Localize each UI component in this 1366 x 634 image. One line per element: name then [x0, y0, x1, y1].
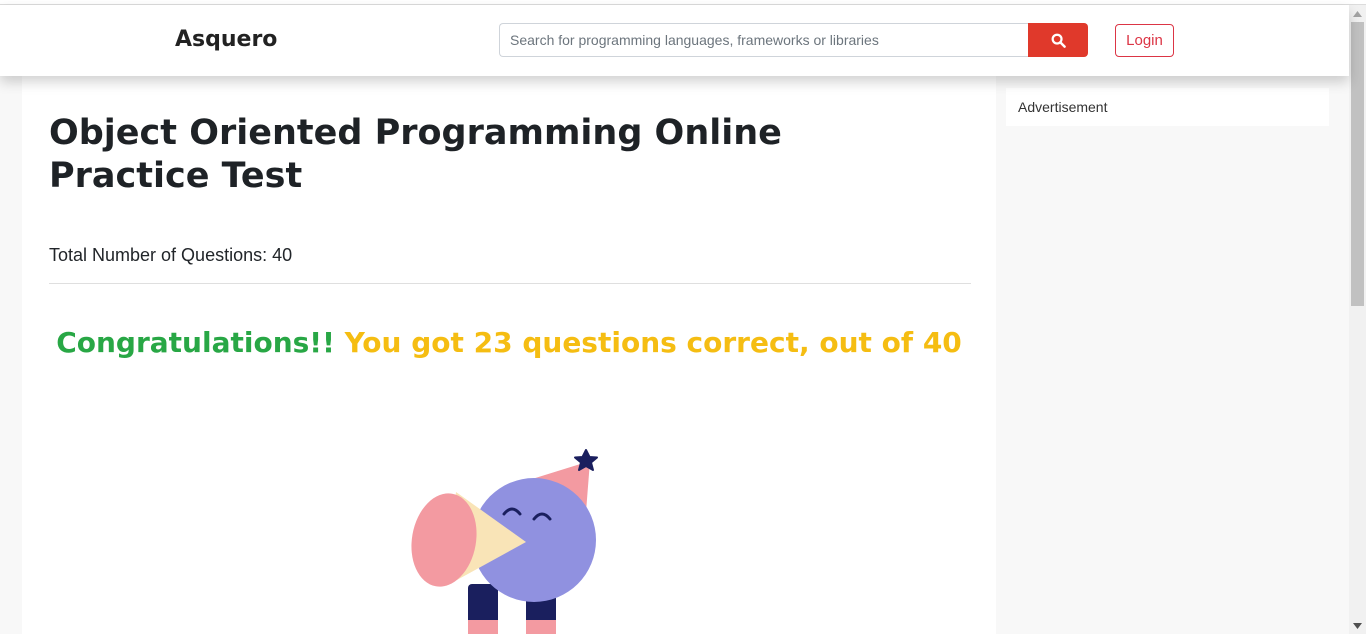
search-icon: [1051, 33, 1066, 48]
scroll-up-arrow-icon[interactable]: [1349, 5, 1366, 22]
sidebar-advertisement: Advertisement: [1006, 88, 1329, 126]
login-button[interactable]: Login: [1115, 24, 1174, 57]
celebration-illustration: [411, 449, 598, 634]
page-scrollbar[interactable]: [1349, 5, 1366, 634]
search-button[interactable]: [1028, 23, 1088, 57]
page-title: Object Oriented Programming Online Pract…: [49, 113, 782, 196]
congrats-text: Congratulations!!: [56, 326, 335, 359]
search-bar: [499, 23, 1088, 57]
advertisement-label: Advertisement: [1018, 99, 1108, 115]
result-message: Congratulations!! You got 23 questions c…: [22, 326, 996, 359]
score-text: You got 23 questions correct, out of 40: [344, 326, 962, 359]
main-content: Object Oriented Programming Online Pract…: [22, 76, 996, 634]
search-input[interactable]: [499, 23, 1028, 57]
divider: [49, 283, 971, 284]
scroll-down-arrow-icon[interactable]: [1349, 617, 1366, 634]
scrollbar-thumb[interactable]: [1351, 22, 1364, 306]
brand-logo[interactable]: Asquero: [175, 27, 277, 52]
total-questions: Total Number of Questions: 40: [49, 245, 293, 265]
top-navbar: Asquero Login: [0, 5, 1349, 76]
